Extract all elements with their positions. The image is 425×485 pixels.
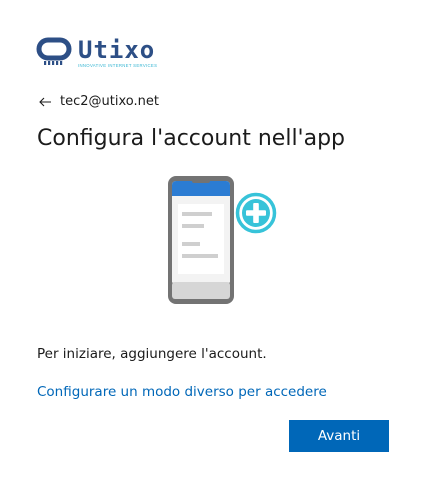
next-button[interactable]: Avanti [289, 420, 389, 452]
phone-add-account-icon [168, 176, 278, 304]
brand-name: Utixo [78, 36, 155, 64]
arrow-left-icon[interactable] [38, 95, 52, 109]
brand-tagline: INNOVATIVE INTERNET SERVICES [78, 63, 157, 68]
auth-page: Utixo INNOVATIVE INTERNET SERVICES tec2@… [0, 0, 425, 485]
identity-banner[interactable]: tec2@utixo.net [38, 94, 159, 109]
page-title: Configura l'account nell'app [37, 126, 346, 151]
utixo-logo: Utixo INNOVATIVE INTERNET SERVICES [36, 36, 157, 68]
instruction-text: Per iniziare, aggiungere l'account. [37, 346, 267, 362]
alternate-signin-link[interactable]: Configurare un modo diverso per accedere [37, 384, 327, 400]
identity-email: tec2@utixo.net [60, 94, 159, 109]
